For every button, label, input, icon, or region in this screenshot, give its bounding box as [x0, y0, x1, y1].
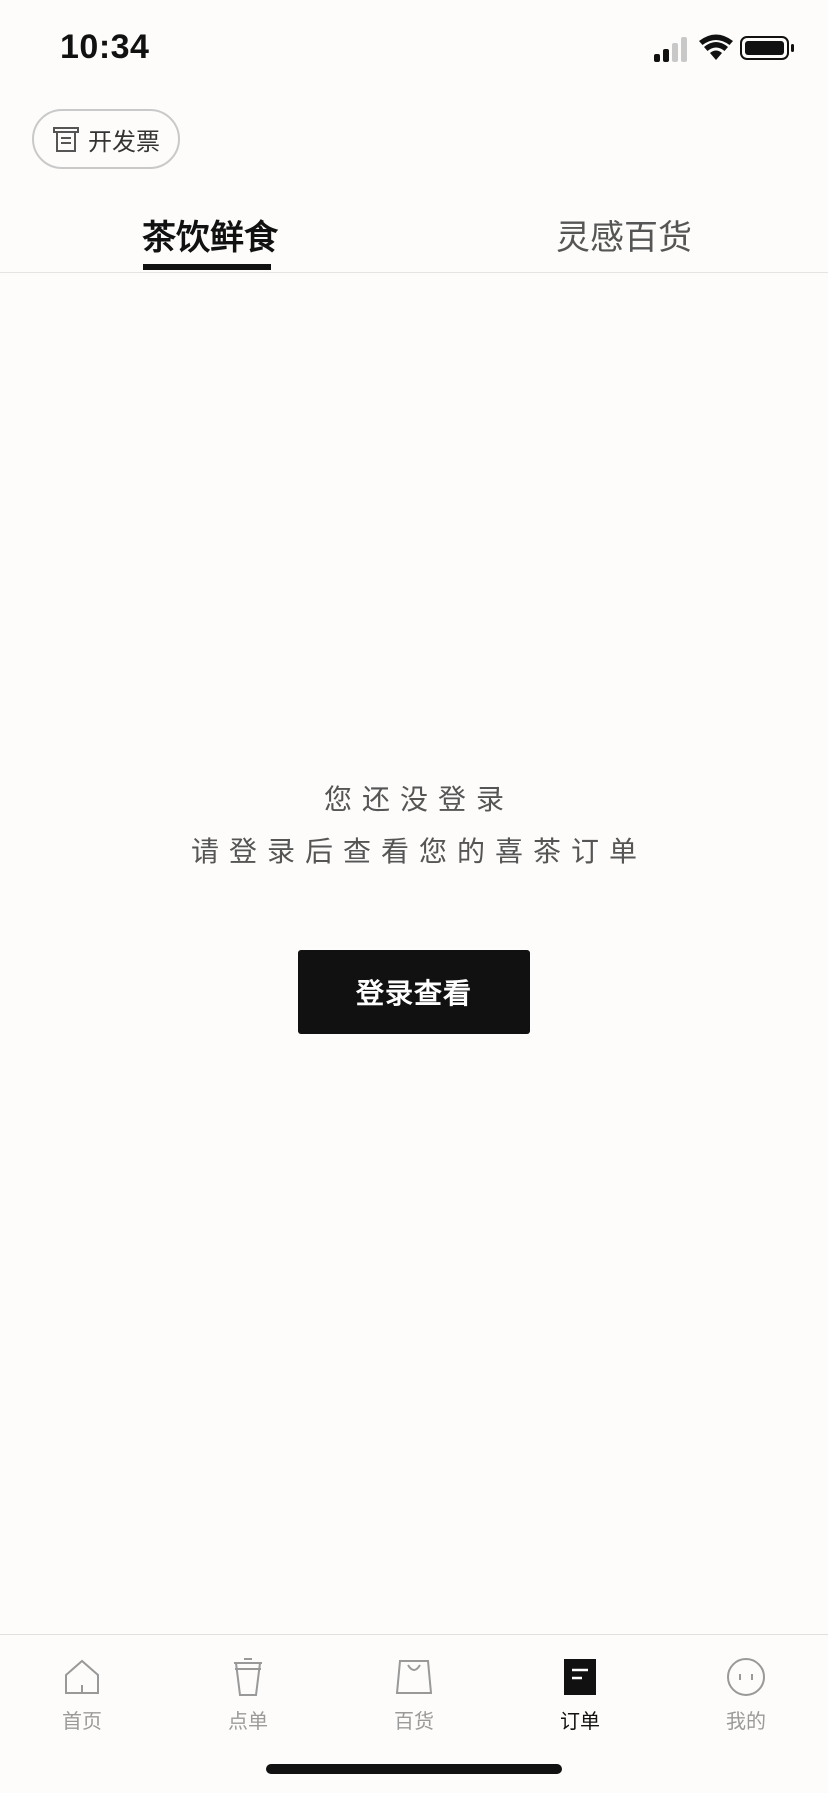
nav-label-home: 首页 [62, 1709, 102, 1733]
bag-icon [395, 1660, 433, 1694]
nav-item-orders[interactable]: 订单 [520, 1657, 640, 1734]
nav-item-goods[interactable]: 百货 [354, 1657, 474, 1734]
nav-item-order[interactable]: 点单 [188, 1657, 308, 1734]
nav-item-home[interactable]: 首页 [22, 1657, 142, 1734]
home-icon [65, 1659, 99, 1694]
wifi-icon [699, 34, 733, 60]
battery-icon [740, 36, 794, 60]
order-icon [564, 1659, 596, 1695]
home-indicator [266, 1764, 562, 1774]
nav-item-mine[interactable]: 我的 [686, 1657, 806, 1734]
nav-label-goods: 百货 [394, 1709, 434, 1733]
active-tab-indicator [143, 264, 271, 270]
nav-label-orders: 订单 [560, 1709, 600, 1733]
empty-state: 您还没登录 请登录后查看您的喜茶订单 [0, 780, 828, 872]
profile-icon [727, 1658, 765, 1696]
status-time: 10:34 [60, 28, 150, 66]
empty-state-subtitle: 请登录后查看您的喜茶订单 [190, 835, 647, 868]
invoice-icon [52, 125, 80, 153]
empty-state-title: 您还没登录 [323, 783, 514, 816]
login-view-button[interactable]: 登录查看 [298, 950, 530, 1034]
nav-label-order: 点单 [228, 1709, 268, 1733]
tab-inspiration-goods[interactable]: 灵感百货 [556, 210, 692, 272]
status-bar: 10:34 [0, 0, 828, 100]
signal-icon [654, 37, 687, 62]
category-tabs: 茶饮鲜食 灵感百货 [0, 196, 828, 273]
invoice-button[interactable]: 开发票 [32, 109, 180, 169]
cup-icon [234, 1658, 262, 1696]
nav-label-mine: 我的 [726, 1709, 766, 1733]
tab-tea-food[interactable]: 茶饮鲜食 [142, 210, 278, 272]
invoice-label: 开发票 [88, 127, 160, 156]
